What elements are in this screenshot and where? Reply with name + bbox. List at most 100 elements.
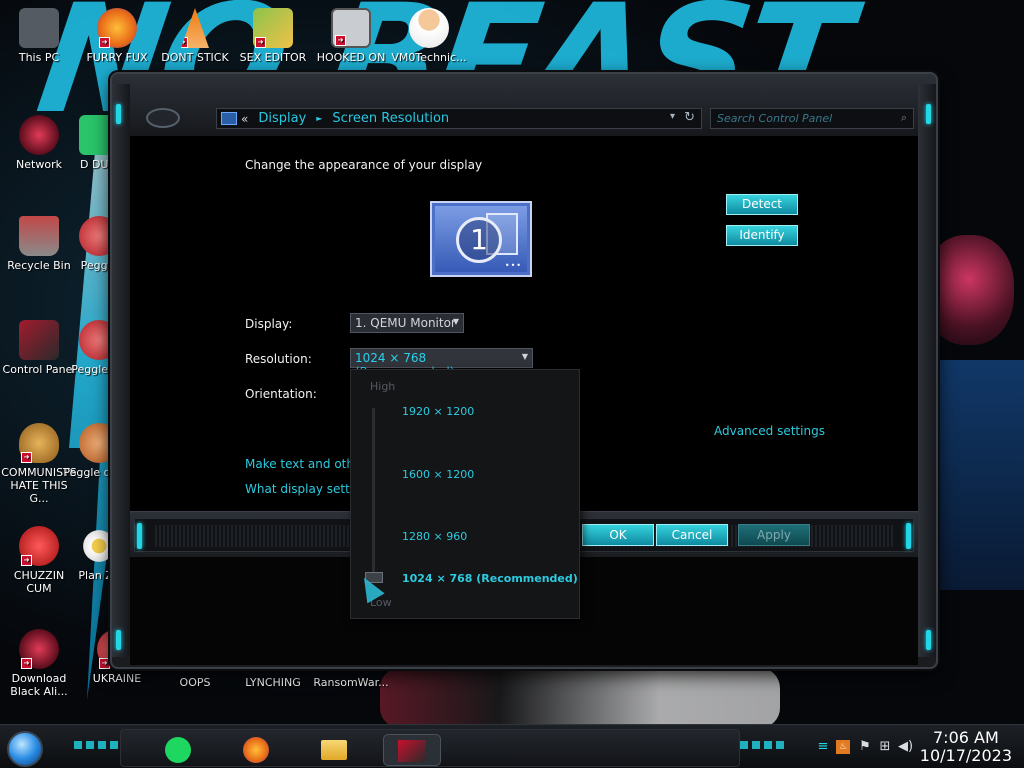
- desktop-icon-ransomware[interactable]: RansomWar...: [312, 676, 390, 689]
- chevron-down-icon: ▼: [452, 317, 459, 326]
- recycle-bin-icon: [19, 216, 59, 256]
- window-frame-left: [112, 84, 130, 657]
- action-center-flag-icon[interactable]: ⚑: [858, 740, 872, 754]
- desktop-icon-label: DONT STICK: [161, 51, 229, 64]
- clock-time: 7:06 AM: [933, 728, 999, 747]
- resolution-slider-track[interactable]: [372, 408, 375, 580]
- shortcut-arrow-icon: ➜: [181, 37, 188, 48]
- firefox-icon: [243, 737, 269, 763]
- search-placeholder: Search Control Panel: [717, 112, 833, 125]
- wallpaper-figure-body: [924, 360, 1024, 590]
- resolution-label: Resolution:: [245, 352, 312, 366]
- clock-date: 10/17/2023: [919, 746, 1012, 765]
- orientation-label: Orientation:: [245, 387, 317, 401]
- desktop-icon-vm0technic[interactable]: VM0Technic...: [390, 8, 468, 64]
- desktop-icon-hooked-on[interactable]: ➜ HOOKED ON: [312, 8, 390, 64]
- display-label: Display:: [245, 317, 293, 331]
- tray-decoration-icon: ≡: [817, 739, 829, 754]
- shortcut-arrow-icon: ➜: [99, 658, 110, 669]
- chevron-down-icon[interactable]: ▾: [670, 111, 675, 122]
- desktop-icon-label: HOOKED ON: [316, 51, 386, 64]
- resolution-option-selected[interactable]: 1024 × 768 (Recommended): [402, 572, 578, 585]
- breadcrumb-display[interactable]: Display: [258, 111, 306, 126]
- desktop-icon-oops[interactable]: OOPS: [156, 676, 234, 689]
- doctor-icon: [409, 8, 449, 48]
- resolution-dropdown[interactable]: High 1920 × 1200 1600 × 1200 1280 × 960 …: [350, 369, 580, 619]
- window-logo-icon: [146, 108, 180, 128]
- frame-led: [137, 523, 142, 549]
- file-explorer-taskbar-button[interactable]: [317, 734, 351, 766]
- chevron-down-icon: ▼: [521, 352, 528, 361]
- shortcut-arrow-icon: ➜: [335, 35, 346, 46]
- desktop-icon-label: VM0Technic...: [391, 51, 467, 64]
- network-icon[interactable]: ⊞: [878, 740, 892, 754]
- shortcut-arrow-icon: ➜: [255, 37, 266, 48]
- frame-led: [906, 523, 911, 549]
- search-input[interactable]: Search Control Panel ⌕: [710, 108, 914, 129]
- detect-button[interactable]: Detect: [726, 194, 798, 215]
- frame-led: [116, 104, 121, 124]
- start-button[interactable]: [7, 731, 43, 767]
- firefox-taskbar-button[interactable]: [239, 734, 273, 766]
- desktop-icon-furry-fux[interactable]: ➜ FURRY FUX: [78, 8, 156, 64]
- taskbar-decoration: [740, 741, 784, 749]
- wallpaper-shoes: [380, 668, 780, 728]
- resolution-option[interactable]: 1600 × 1200: [402, 468, 474, 481]
- vlc-cone-icon: ➜: [181, 8, 209, 48]
- desktop-icon-this-pc[interactable]: This PC: [0, 8, 78, 64]
- volume-icon[interactable]: ◀): [898, 740, 913, 754]
- desktop-icon-label: RansomWar...: [313, 676, 389, 689]
- text-size-link[interactable]: Make text and other: [245, 457, 366, 471]
- window-frame-right: [918, 84, 936, 657]
- breadcrumb-back-chevron[interactable]: «: [241, 112, 248, 126]
- desktop-icon-label: UKRAINE: [92, 672, 142, 685]
- maze-icon: ➜: [331, 8, 371, 48]
- cancel-button[interactable]: Cancel: [656, 524, 728, 546]
- desktop-icon-label: Download Black Ali...: [10, 672, 68, 698]
- frame-led: [926, 104, 931, 124]
- frame-led: [926, 630, 931, 650]
- desktop-icon-label: SEX EDITOR: [239, 51, 307, 64]
- address-bar[interactable]: « Display ► Screen Resolution ▾ ↻: [216, 108, 702, 129]
- shortcut-arrow-icon: ➜: [21, 658, 32, 669]
- monitor-number: 1: [456, 217, 502, 263]
- spotify-taskbar-button[interactable]: [161, 734, 195, 766]
- ok-button[interactable]: OK: [582, 524, 654, 546]
- control-panel-taskbar-button[interactable]: [383, 734, 441, 766]
- taskbar-decoration: [74, 741, 118, 749]
- search-icon[interactable]: ⌕: [901, 111, 907, 125]
- control-panel-icon: [221, 112, 237, 125]
- taskbar-app-strip: [120, 729, 740, 767]
- folder-icon: [321, 740, 347, 760]
- desktop-icon-dont-stick[interactable]: ➜ DONT STICK: [156, 8, 234, 64]
- desktop-icon-lynching[interactable]: LYNCHING: [234, 676, 312, 689]
- resolution-select[interactable]: 1024 × 768 (Recommended) ▼: [350, 348, 533, 379]
- desktop-icon-label: LYNCHING: [245, 676, 301, 689]
- shortcut-arrow-icon: ➜: [99, 37, 110, 48]
- window-titlebar[interactable]: « Display ► Screen Resolution ▾ ↻ Search…: [112, 74, 936, 136]
- monitor-preview[interactable]: 1 •••: [430, 201, 532, 277]
- breadcrumb-separator-icon[interactable]: ►: [316, 114, 322, 123]
- taskbar-preview-icon: •••: [504, 261, 522, 270]
- java-update-icon[interactable]: ♨: [836, 740, 850, 754]
- advanced-settings-link[interactable]: Advanced settings: [714, 424, 825, 438]
- resolution-option[interactable]: 1280 × 960: [402, 530, 467, 543]
- resolution-option[interactable]: 1920 × 1200: [402, 405, 474, 418]
- apply-button[interactable]: Apply: [738, 524, 810, 546]
- breadcrumb-screen-resolution[interactable]: Screen Resolution: [332, 111, 449, 126]
- firefox-icon: ➜: [97, 8, 137, 48]
- display-select[interactable]: 1. QEMU Monitor ▼: [350, 313, 464, 333]
- computer-icon: [19, 8, 59, 48]
- control-panel-icon: [398, 740, 426, 762]
- spotify-icon: [165, 737, 191, 763]
- identify-button[interactable]: Identify: [726, 225, 798, 246]
- chuzzle-icon: ➜: [19, 526, 59, 566]
- desktop-icon-label: OOPS: [179, 676, 211, 689]
- refresh-icon[interactable]: ↻: [684, 110, 695, 125]
- clock[interactable]: 7:06 AM 10/17/2023: [920, 729, 1012, 765]
- frame-led: [116, 630, 121, 650]
- desktop-icon-download-black[interactable]: ➜ Download Black Ali...: [0, 629, 78, 698]
- display-select-value: 1. QEMU Monitor: [355, 316, 456, 330]
- shortcut-arrow-icon: ➜: [21, 452, 32, 463]
- desktop-icon-sex-editor[interactable]: ➜ SEX EDITOR: [234, 8, 312, 64]
